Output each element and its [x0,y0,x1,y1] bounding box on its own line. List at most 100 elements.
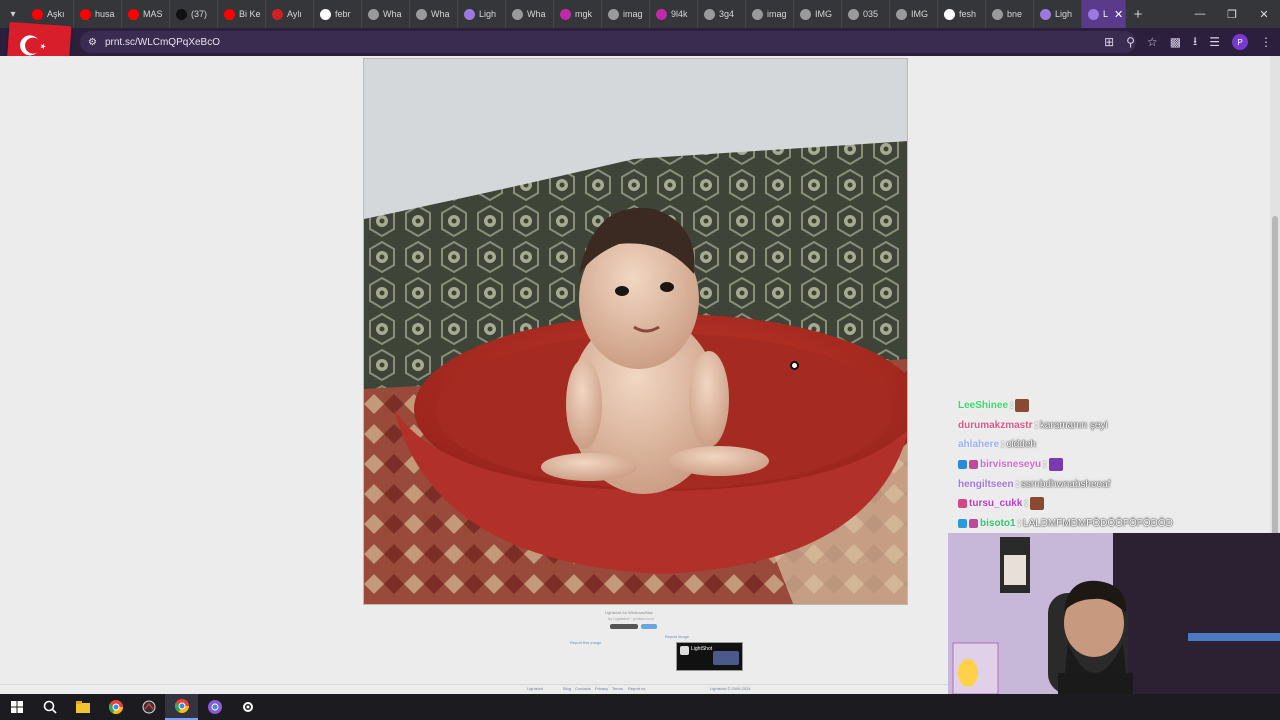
tab-label: Ligh [479,9,497,19]
tab-label: 9l4k [671,9,688,19]
browser-tab[interactable]: imag [746,0,794,28]
browser-tab[interactable]: fesh [938,0,986,28]
zoom-icon[interactable]: ⚲ [1126,35,1135,49]
tab-favicon-icon [416,8,427,20]
footer-link[interactable]: Blog [563,686,571,691]
report-image-link[interactable]: Report image [665,634,689,639]
browser-tab[interactable]: imag [602,0,650,28]
extensions-icon[interactable]: ▩ [1170,35,1181,49]
url-text[interactable]: prnt.sc/WLCmQPqXeBcO [105,37,220,48]
tab-favicon-icon [368,8,379,20]
chat-badge-icon [969,518,978,528]
download-app-button[interactable] [610,624,638,629]
chrome-icon[interactable] [99,694,132,720]
stream-chat-overlay: LeeShinee : durumakzmastr : karamanın şe… [958,396,1278,532]
tab-label: fesh [959,9,977,19]
app-icon[interactable] [132,694,165,720]
bookmark-star-icon[interactable]: ☆ [1147,35,1158,49]
restore-icon[interactable]: ❐ [1216,0,1248,28]
download-icon[interactable]: ⭳ [1193,32,1197,53]
tab-favicon-icon [560,8,571,20]
tab-favicon-icon [512,8,523,20]
menu-icon[interactable]: ⋮ [1260,35,1272,49]
browser-tab[interactable]: MAS [122,0,170,28]
chrome-active-icon[interactable] [165,694,198,720]
browser-tab[interactable]: 035 [842,0,890,28]
browser-tab[interactable]: IMG [794,0,842,28]
footer-link[interactable]: Lightshot © 2009-2024 [710,686,751,691]
browser-tab[interactable]: mgk [554,0,602,28]
tab-label: 3g4 [719,9,735,19]
tab-label: IMG [911,9,928,19]
report-link[interactable]: Report this image [570,640,601,645]
streamer-webcam [948,533,1280,694]
browser-tab[interactable]: bne [986,0,1034,28]
tab-label: Ligh [1055,9,1073,19]
browser-tab[interactable]: Wha [362,0,410,28]
settings-icon[interactable] [231,694,264,720]
browser-tab[interactable]: husa [74,0,122,28]
chrome-profile-icon[interactable] [198,694,231,720]
share-button[interactable] [641,624,657,629]
tab-favicon-icon [752,8,763,20]
chat-username: bisoto1 [980,517,1016,529]
search-icon[interactable] [33,694,66,720]
footer-link[interactable]: Privacy [595,686,608,691]
chat-username: hengiltseen [958,478,1014,490]
tab-favicon-icon [1040,8,1051,20]
browser-tab[interactable]: Aylı [266,0,314,28]
close-window-icon[interactable]: ✕ [1248,0,1280,28]
install-icon[interactable]: ⊞ [1104,35,1114,49]
chat-emote-icon [1029,497,1044,511]
tab-list: Aşkı husa MAS (37) Bi Ke Aylı febr Wha Wha Ligh Wh… [26,0,1126,28]
browser-tab[interactable]: L ✕ [1082,0,1126,28]
ad-image [713,651,739,665]
window-controls: — ❐ ✕ [1184,0,1280,28]
chat-username: durumakzmastr [958,419,1033,431]
page-footer-area: Lightshot for Windows/Mac by Lightshot ·… [0,608,948,694]
chat-text: ssrnbdhwnabsheoaf [1020,478,1111,490]
tab-label: Bi Ke [239,9,261,19]
tab-favicon-icon [800,8,811,20]
browser-tab[interactable]: Wha [506,0,554,28]
media-icon[interactable]: ☰ [1209,35,1220,49]
tab-label: Wha [383,9,402,19]
chat-badge-icon [958,499,967,509]
browser-tab[interactable]: IMG [890,0,938,28]
browser-tab[interactable]: (37) [170,0,218,28]
browser-tab[interactable]: 9l4k [650,0,698,28]
tab-favicon-icon [80,8,91,20]
browser-tab[interactable]: Bi Ke [218,0,266,28]
chat-message: hengiltseen : ssrnbdhwnabsheoaf [958,474,1278,494]
chat-separator: : [1010,400,1014,412]
footer-link[interactable]: Report us [628,686,645,691]
site-info-icon[interactable]: ⚙ [88,37,97,48]
tab-label: Wha [527,9,546,19]
chat-text: LALDMFMDMFÖDÖÖFÖFÖDÖD [1022,517,1173,529]
tab-label: husa [95,9,115,19]
browser-tab[interactable]: Ligh [1034,0,1082,28]
browser-tab[interactable]: Ligh [458,0,506,28]
tab-label: imag [623,9,643,19]
tab-label: (37) [191,9,208,19]
browser-tab[interactable]: Wha [410,0,458,28]
address-bar[interactable]: ⚙ prnt.sc/WLCmQPqXeBcO [80,31,1136,53]
windows-start-icon[interactable] [0,694,33,720]
ad-banner[interactable]: LightShot [676,642,743,671]
chat-separator: : [1034,419,1038,431]
chat-message: ahlahere : ciddeh [958,435,1278,455]
file-explorer-icon[interactable] [66,694,99,720]
profile-icon[interactable]: P [1232,34,1248,50]
footer-link[interactable]: Terms [612,686,623,691]
browser-tab[interactable]: 3g4 [698,0,746,28]
tab-favicon-icon [464,8,475,20]
tab-favicon-icon [896,8,907,20]
footer-link[interactable]: Contacts [575,686,591,691]
new-tab-button[interactable]: + [1126,6,1150,23]
screenshot-image[interactable] [363,58,908,605]
footer-link[interactable]: Lightshot [527,686,543,691]
minimize-icon[interactable]: — [1184,0,1216,28]
chat-text: karamanın şeyi [1039,419,1108,431]
browser-tab[interactable]: febr [314,0,362,28]
tab-close-icon[interactable]: ✕ [1114,8,1123,21]
